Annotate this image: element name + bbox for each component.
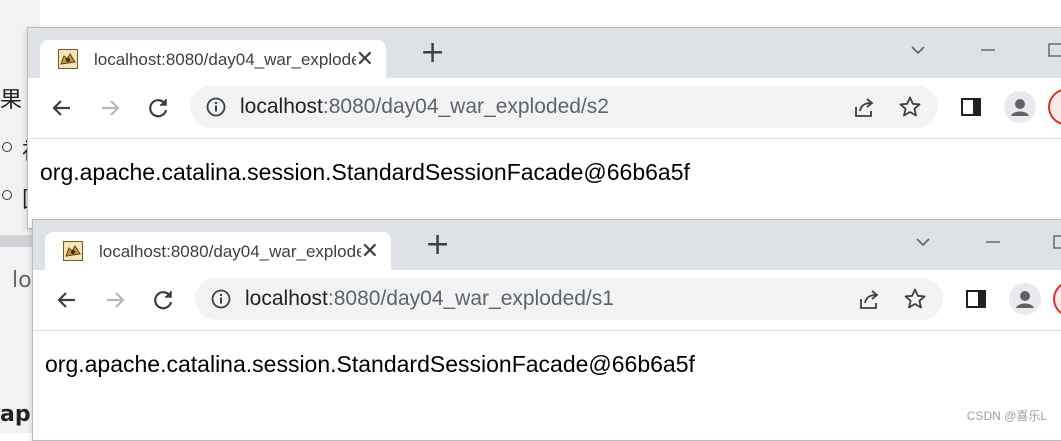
account-button[interactable] [1053,280,1061,318]
close-tab-icon[interactable]: ✕ [361,238,379,264]
browser-window-s2: localhost:8080/day04_war_exploded/s2 ✕ +… [27,27,1061,229]
forward-arrow-icon[interactable] [101,286,129,314]
info-icon[interactable] [206,97,226,117]
reload-icon[interactable] [149,286,177,314]
tomcat-icon [58,49,78,69]
profile-avatar[interactable] [1004,91,1036,123]
tab-search-icon[interactable] [913,232,933,257]
minimize-icon[interactable] [978,40,998,65]
close-tab-icon[interactable]: ✕ [356,46,374,72]
bookmark-star-icon[interactable] [898,95,922,119]
page-content: org.apache.catalina.session.StandardSess… [28,139,1061,228]
tomcat-icon [63,241,83,261]
toolbar: localhost:8080/day04_war_exploded/s1 [33,270,1061,331]
reload-icon[interactable] [144,94,172,122]
tab-strip: localhost:8080/day04_war_exploded/s1 ✕ + [33,220,1061,270]
back-arrow-icon[interactable] [53,286,81,314]
watermark: CSDN @喜乐L [966,409,1047,423]
info-icon[interactable] [211,289,231,309]
new-tab-button[interactable]: + [420,38,445,68]
page-body-text: org.apache.catalina.session.StandardSess… [40,159,690,185]
tab-strip: localhost:8080/day04_war_exploded/s2 ✕ + [28,28,1061,78]
toolbar: localhost:8080/day04_war_exploded/s2 [28,78,1061,139]
maximize-icon[interactable] [1046,40,1061,65]
bullet-icon [2,142,12,152]
tab-active[interactable]: localhost:8080/day04_war_exploded/s1 ✕ [45,232,391,270]
side-panel-icon[interactable] [960,97,982,117]
tab-search-icon[interactable] [908,40,928,65]
url-path: :8080/day04_war_exploded/s2 [322,95,609,118]
bullet-icon [2,190,12,200]
account-button[interactable] [1048,88,1061,126]
url-text: localhost:8080/day04_war_exploded/s2 [240,95,609,119]
tab-active[interactable]: localhost:8080/day04_war_exploded/s2 ✕ [40,40,386,78]
share-icon[interactable] [857,289,881,311]
page-content: org.apache.catalina.session.StandardSess… [33,331,1061,440]
tab-title: localhost:8080/day04_war_exploded/s2 [94,50,356,69]
minimize-icon[interactable] [983,232,1003,257]
new-tab-button[interactable]: + [425,230,450,260]
address-bar[interactable]: localhost:8080/day04_war_exploded/s2 [190,86,938,128]
page-body-text: org.apache.catalina.session.StandardSess… [45,351,695,377]
bookmark-star-icon[interactable] [903,287,927,311]
back-arrow-icon[interactable] [48,94,76,122]
share-icon[interactable] [852,97,876,119]
profile-avatar[interactable] [1009,283,1041,315]
url-host: localhost [240,95,323,118]
side-panel-icon[interactable] [965,289,987,309]
url-host: localhost [245,287,328,310]
maximize-icon[interactable] [1051,232,1061,257]
background-text: 果 [0,88,23,113]
forward-arrow-icon[interactable] [96,94,124,122]
background-text: ap [0,402,31,427]
url-path: :8080/day04_war_exploded/s1 [327,287,614,310]
background-text: lo [12,268,32,293]
browser-window-s1: localhost:8080/day04_war_exploded/s1 ✕ +… [32,219,1061,441]
url-text: localhost:8080/day04_war_exploded/s1 [245,287,614,311]
address-bar[interactable]: localhost:8080/day04_war_exploded/s1 [195,278,943,320]
tab-title: localhost:8080/day04_war_exploded/s1 [99,242,361,261]
